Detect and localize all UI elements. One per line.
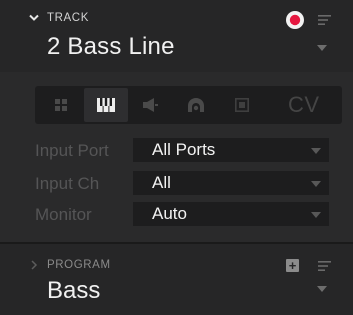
track-name[interactable]: 2 Bass Line: [47, 33, 175, 61]
monitor-value: Auto: [152, 204, 187, 223]
program-name[interactable]: Bass: [47, 277, 100, 305]
chevron-down-icon: [311, 181, 321, 187]
track-dropdown-arrow-icon[interactable]: [317, 45, 327, 51]
plugin-icon: [188, 98, 204, 112]
grid-icon: [55, 99, 67, 111]
program-section-title: PROGRAM: [47, 259, 111, 271]
chevron-right-icon[interactable]: [30, 260, 38, 270]
speaker-icon: [143, 98, 158, 112]
input-port-value: All Ports: [152, 140, 216, 159]
track-type-tabs: CV: [35, 86, 342, 124]
add-program-button[interactable]: +: [286, 258, 299, 273]
tab-cv[interactable]: CV: [288, 86, 320, 124]
input-ch-value: All: [152, 173, 171, 192]
plus-icon: +: [288, 258, 297, 273]
record-arm-button[interactable]: [285, 10, 305, 30]
track-panel: TRACK 2 Bass Line CV Input Port All Port…: [0, 0, 353, 315]
menu-icon[interactable]: [318, 261, 331, 271]
input-ch-label: Input Ch: [35, 174, 100, 193]
tab-audio[interactable]: [129, 88, 173, 122]
monitor-select[interactable]: Auto: [133, 202, 329, 226]
chevron-down-icon: [311, 212, 321, 218]
chevron-down-icon[interactable]: [29, 14, 39, 22]
tab-keys[interactable]: [84, 88, 128, 122]
tab-pads[interactable]: [39, 88, 83, 122]
chevron-down-icon: [311, 148, 321, 154]
program-dropdown-arrow-icon[interactable]: [317, 286, 327, 292]
track-section-title: TRACK: [47, 12, 89, 24]
keyboard-icon: [97, 98, 115, 112]
tab-plugin[interactable]: [174, 88, 218, 122]
input-ch-select[interactable]: All: [133, 171, 329, 195]
tab-sample[interactable]: [220, 88, 264, 122]
input-port-label: Input Port: [35, 141, 109, 160]
monitor-label: Monitor: [35, 205, 92, 224]
sample-icon: [235, 98, 249, 112]
menu-icon[interactable]: [318, 15, 331, 25]
input-port-select[interactable]: All Ports: [133, 138, 329, 162]
